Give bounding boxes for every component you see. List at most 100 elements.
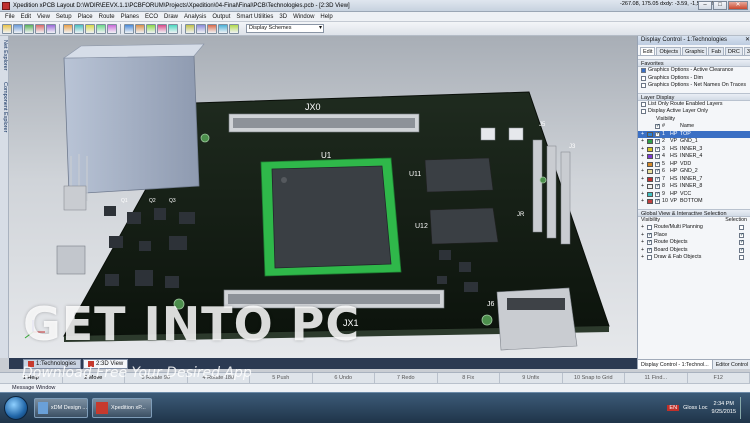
maximize-button[interactable]: □ bbox=[713, 1, 727, 10]
visibility-checkbox[interactable] bbox=[647, 255, 652, 261]
draw-icon[interactable] bbox=[168, 23, 178, 34]
menu-help[interactable]: Help bbox=[317, 14, 335, 20]
copy-icon[interactable] bbox=[63, 23, 73, 34]
layer-row[interactable]: +6HPGND_2 bbox=[638, 168, 750, 176]
panel-tab-objects[interactable]: Objects bbox=[656, 47, 682, 55]
layer-visibility-checkbox[interactable] bbox=[655, 198, 660, 206]
checkbox[interactable] bbox=[641, 101, 646, 107]
menu-3d[interactable]: 3D bbox=[276, 14, 290, 20]
global-view-item[interactable]: +Board Objects bbox=[638, 247, 750, 255]
taskbar-button-xdm[interactable]: xDM Design ... bbox=[34, 398, 88, 418]
language-indicator[interactable]: EN bbox=[667, 405, 680, 411]
layer-visibility-checkbox[interactable] bbox=[655, 168, 660, 176]
new-file-icon[interactable] bbox=[2, 23, 12, 34]
layer-opt-active-only[interactable]: Display Active Layer Only bbox=[638, 108, 750, 116]
panel-tab-drc[interactable]: DRC bbox=[724, 47, 743, 55]
favorite-item[interactable]: Graphics Options - Net Names On Traces bbox=[638, 82, 750, 90]
layer-visibility-checkbox[interactable] bbox=[655, 146, 660, 153]
panel-tab-3d[interactable]: 3D bbox=[743, 47, 750, 55]
tab-component-explorer[interactable]: Component Explorer bbox=[0, 82, 9, 132]
checkbox[interactable] bbox=[641, 75, 646, 81]
layer-color-swatch[interactable] bbox=[647, 199, 653, 205]
layer-row[interactable]: +10VPBOTTOM bbox=[638, 198, 750, 206]
menu-draw[interactable]: Draw bbox=[161, 14, 181, 20]
zoom-out-icon[interactable] bbox=[207, 23, 217, 34]
panel-tab-edit[interactable]: Edit bbox=[640, 47, 656, 55]
menu-planes[interactable]: Planes bbox=[118, 14, 142, 20]
layer-row[interactable]: +5HPVDD bbox=[638, 161, 750, 169]
measure-icon[interactable] bbox=[185, 23, 195, 34]
visibility-checkbox[interactable] bbox=[647, 239, 652, 247]
save-icon[interactable] bbox=[24, 23, 34, 34]
fkey-8-fix[interactable]: 8 Fix bbox=[438, 373, 500, 383]
favorites-header[interactable]: Favorites bbox=[638, 59, 750, 67]
fkey-9-unfix[interactable]: 9 Unfix bbox=[500, 373, 563, 383]
global-view-item[interactable]: +Route Objects bbox=[638, 239, 750, 247]
fkey-5-push[interactable]: 5 Push bbox=[250, 373, 313, 383]
clock[interactable]: 2:34 PM 9/25/2015 bbox=[712, 400, 736, 416]
layer-visibility-checkbox[interactable] bbox=[655, 176, 660, 183]
layer-color-swatch[interactable] bbox=[647, 176, 653, 182]
layer-color-swatch[interactable] bbox=[647, 131, 653, 137]
panel-tab-graphic[interactable]: Graphic bbox=[682, 47, 708, 55]
favorite-item[interactable]: Graphics Options - Dim bbox=[638, 75, 750, 83]
eco-icon[interactable] bbox=[157, 23, 167, 34]
route-icon[interactable] bbox=[135, 23, 145, 34]
layer-visibility-checkbox[interactable] bbox=[655, 183, 660, 191]
open-icon[interactable] bbox=[13, 23, 23, 34]
panel-bottom-tab-display-control-1-technol[interactable]: Display Control - 1:Technol... bbox=[638, 360, 713, 369]
menu-window[interactable]: Window bbox=[290, 14, 317, 20]
menu-place[interactable]: Place bbox=[75, 14, 96, 20]
visibility-checkbox[interactable] bbox=[647, 232, 652, 239]
fkey-11-find[interactable]: 11 Find... bbox=[625, 373, 688, 383]
global-view-item[interactable]: + Route/Multi Planning bbox=[638, 224, 750, 232]
layer-color-swatch[interactable] bbox=[647, 184, 653, 190]
visibility-checkbox[interactable] bbox=[647, 247, 652, 254]
checkbox[interactable] bbox=[641, 68, 646, 74]
fkey-f12[interactable]: F12 bbox=[688, 373, 750, 383]
redo-icon[interactable] bbox=[96, 23, 106, 34]
menu-eco[interactable]: ECO bbox=[142, 14, 161, 20]
menu-route[interactable]: Route bbox=[96, 14, 118, 20]
message-window-tab[interactable]: Message Window bbox=[0, 383, 750, 392]
layer-visibility-checkbox[interactable] bbox=[655, 138, 660, 146]
tab-net-explorer[interactable]: Net Explorer bbox=[0, 40, 9, 71]
plane-icon[interactable] bbox=[146, 23, 156, 34]
print-icon[interactable] bbox=[35, 23, 45, 34]
layer-color-swatch[interactable] bbox=[647, 169, 653, 175]
place-icon[interactable] bbox=[124, 23, 134, 34]
menu-setup[interactable]: Setup bbox=[53, 14, 75, 20]
layer-row[interactable]: +2VPGND_1 bbox=[638, 138, 750, 146]
show-desktop-button[interactable] bbox=[740, 397, 748, 419]
menu-output[interactable]: Output bbox=[209, 14, 233, 20]
display-scheme-select[interactable]: Display Schemes bbox=[246, 24, 324, 33]
panel-close-icon[interactable]: ✕ bbox=[745, 36, 750, 45]
favorite-item[interactable]: Graphics Options - Active Clearance bbox=[638, 67, 750, 75]
global-view-item[interactable]: + Draw & Fab Objects bbox=[638, 254, 750, 262]
menu-analysis[interactable]: Analysis bbox=[181, 14, 209, 20]
visibility-all-checkbox[interactable] bbox=[655, 123, 660, 131]
layer-color-swatch[interactable] bbox=[647, 154, 653, 160]
checkbox[interactable] bbox=[641, 83, 646, 89]
layer-row[interactable]: +4HSINNER_4 bbox=[638, 153, 750, 161]
selection-checkbox[interactable] bbox=[739, 255, 744, 261]
app-icon[interactable] bbox=[2, 1, 10, 10]
layers-icon[interactable] bbox=[229, 23, 239, 34]
selection-checkbox[interactable] bbox=[739, 247, 744, 254]
taskbar-button-xpedition[interactable]: Xpedition xP... bbox=[92, 398, 152, 418]
menu-edit[interactable]: Edit bbox=[18, 14, 34, 20]
cut-icon[interactable] bbox=[46, 23, 56, 34]
fkey-10-snap-to-grid[interactable]: 10 Snap to Grid bbox=[563, 373, 625, 383]
panel-tab-fab[interactable]: Fab bbox=[708, 47, 724, 55]
layer-color-swatch[interactable] bbox=[647, 139, 653, 145]
layer-row[interactable]: +3HSINNER_3 bbox=[638, 146, 750, 154]
tray-status[interactable]: Gloss Loc bbox=[683, 405, 707, 411]
selection-checkbox[interactable] bbox=[739, 239, 744, 247]
layer-visibility-checkbox[interactable] bbox=[655, 191, 660, 198]
fit-icon[interactable] bbox=[218, 23, 228, 34]
layer-visibility-checkbox[interactable] bbox=[655, 161, 660, 168]
close-button[interactable]: ✕ bbox=[728, 1, 748, 10]
minimize-button[interactable]: – bbox=[698, 1, 712, 10]
global-view-header[interactable]: Global View & Interactive Selection bbox=[638, 208, 750, 217]
layer-color-swatch[interactable] bbox=[647, 191, 653, 197]
